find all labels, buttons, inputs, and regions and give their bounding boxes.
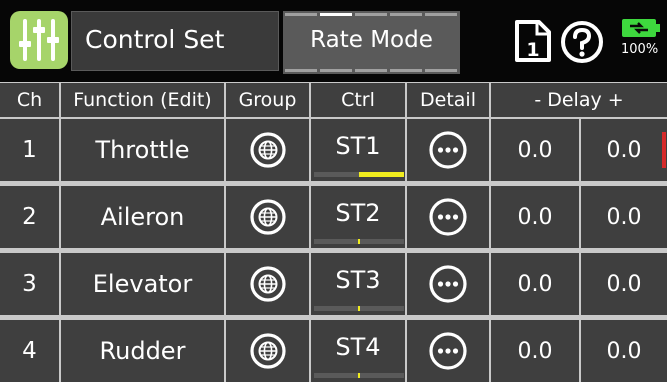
group-button[interactable] <box>226 186 309 248</box>
delay-up-value[interactable]: 0.0 <box>581 320 667 382</box>
group-button[interactable] <box>226 253 309 315</box>
ctrl-level-bar <box>314 373 404 378</box>
function-name-button[interactable]: Aileron <box>61 186 224 248</box>
rate-mode-label: Rate Mode <box>310 27 433 53</box>
column-header-ctrl: Ctrl <box>311 83 405 117</box>
more-icon <box>428 197 468 237</box>
table-row: 3 Elevator ST3 0.0 0.0 <box>0 253 667 315</box>
group-button[interactable] <box>226 320 309 382</box>
delay-up-value[interactable]: 0.0 <box>581 119 667 181</box>
globe-icon <box>249 198 287 236</box>
ctrl-level-bar <box>314 306 404 311</box>
help-icon[interactable] <box>560 20 604 64</box>
channel-number: 4 <box>0 320 59 382</box>
more-icon <box>428 130 468 170</box>
group-button[interactable] <box>226 119 309 181</box>
detail-button[interactable] <box>407 119 489 181</box>
delay-up-value[interactable]: 0.0 <box>581 186 667 248</box>
column-header-delay: - Delay + <box>491 83 667 117</box>
model-1-icon[interactable]: 1 <box>511 18 557 64</box>
channel-number: 1 <box>0 119 59 181</box>
battery-charging-icon <box>621 17 661 39</box>
ctrl-label: ST3 <box>335 266 381 294</box>
delay-down-value[interactable]: 0.0 <box>491 119 579 181</box>
ctrl-button[interactable]: ST4 <box>311 320 405 382</box>
ctrl-label: ST4 <box>335 333 381 361</box>
function-name-button[interactable]: Elevator <box>61 253 224 315</box>
rate-mode-button[interactable]: Rate Mode <box>283 11 460 74</box>
selection-marker <box>662 132 666 168</box>
column-header-function: Function (Edit) <box>61 83 224 117</box>
globe-icon <box>249 131 287 169</box>
ctrl-level-bar <box>314 172 404 177</box>
delay-down-value[interactable]: 0.0 <box>491 320 579 382</box>
header-bar: Control Set Rate Mode 1 100% <box>0 0 667 82</box>
ctrl-center-tick <box>358 373 360 378</box>
channel-number: 3 <box>0 253 59 315</box>
column-header-detail: Detail <box>407 83 489 117</box>
channel-number: 2 <box>0 186 59 248</box>
column-headers: Ch Function (Edit) Group Ctrl Detail - D… <box>0 83 667 117</box>
ctrl-center-tick <box>358 239 360 244</box>
globe-icon <box>249 332 287 370</box>
ctrl-label: ST1 <box>335 132 381 160</box>
mixer-sliders-icon[interactable] <box>10 11 68 69</box>
ctrl-level-fill <box>359 172 404 177</box>
function-name-button[interactable]: Throttle <box>61 119 224 181</box>
delay-up-value[interactable]: 0.0 <box>581 253 667 315</box>
ctrl-label: ST2 <box>335 199 381 227</box>
page-title-box: Control Set <box>71 11 279 71</box>
ctrl-center-tick <box>358 306 360 311</box>
ctrl-button[interactable]: ST2 <box>311 186 405 248</box>
more-icon <box>428 331 468 371</box>
delay-down-value[interactable]: 0.0 <box>491 253 579 315</box>
column-header-group: Group <box>226 83 309 117</box>
more-icon <box>428 264 468 304</box>
globe-icon <box>249 265 287 303</box>
battery-percent: 100% <box>621 42 659 57</box>
model-number: 1 <box>526 39 539 61</box>
table-row: 4 Rudder ST4 0.0 0.0 <box>0 320 667 382</box>
column-header-ch: Ch <box>0 83 59 117</box>
table-row: 1 Throttle ST1 0.0 0.0 <box>0 119 667 181</box>
ctrl-level-bar <box>314 239 404 244</box>
delay-down-value[interactable]: 0.0 <box>491 186 579 248</box>
detail-button[interactable] <box>407 253 489 315</box>
detail-button[interactable] <box>407 320 489 382</box>
ctrl-button[interactable]: ST1 <box>311 119 405 181</box>
table-row: 2 Aileron ST2 0.0 0.0 <box>0 186 667 248</box>
ctrl-button[interactable]: ST3 <box>311 253 405 315</box>
detail-button[interactable] <box>407 186 489 248</box>
function-name-button[interactable]: Rudder <box>61 320 224 382</box>
page-title: Control Set <box>85 25 225 54</box>
